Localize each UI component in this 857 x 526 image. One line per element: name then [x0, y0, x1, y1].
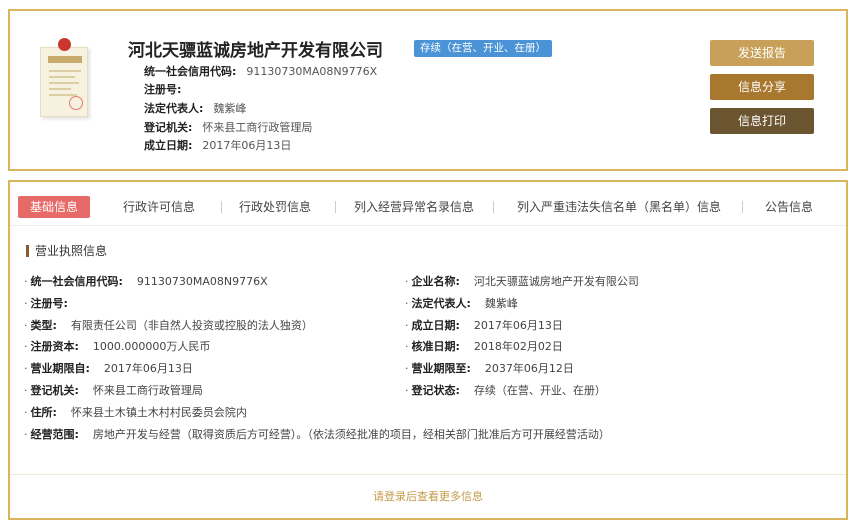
- field-authority: · 登记机关: 怀来县工商行政管理局: [24, 384, 203, 397]
- established-row: 成立日期: 2017年06月13日: [144, 139, 292, 152]
- tab-announcements[interactable]: 公告信息: [765, 196, 813, 218]
- tab-admin-penalty[interactable]: 行政处罚信息: [239, 196, 311, 218]
- send-report-button[interactable]: 发送报告: [710, 40, 814, 66]
- tab-admin-license[interactable]: 行政许可信息: [123, 196, 195, 218]
- reg-no-row: 注册号:: [144, 83, 182, 96]
- field-capital: · 注册资本: 1000.000000万人民币: [24, 340, 211, 353]
- field-reg-status: · 登记状态: 存续（在营、开业、在册）: [405, 384, 606, 397]
- tab-bar: 基础信息 行政许可信息 行政处罚信息 列入经营异常名录信息 列入严重违法失信名单…: [10, 190, 846, 226]
- business-license-image[interactable]: [40, 38, 88, 117]
- field-established: · 成立日期: 2017年06月13日: [405, 319, 563, 332]
- seal-stamp-icon: [69, 96, 83, 110]
- share-info-button[interactable]: 信息分享: [710, 74, 814, 100]
- authority-row: 登记机关: 怀来县工商行政管理局: [144, 121, 313, 134]
- print-info-button[interactable]: 信息打印: [710, 108, 814, 134]
- field-company-name: · 企业名称: 河北天骠蓝诚房地产开发有限公司: [405, 275, 639, 288]
- national-emblem-icon: [58, 38, 71, 51]
- tab-basic-info[interactable]: 基础信息: [18, 196, 91, 218]
- field-address: · 住所: 怀来县土木镇土木村村民委员会院内: [24, 406, 247, 419]
- field-credit-code: · 统一社会信用代码: 91130730MA08N9776X: [24, 275, 268, 288]
- field-legal-rep: · 法定代表人: 魏紫峰: [405, 297, 518, 310]
- status-badge: 存续（在营、开业、在册）: [414, 40, 552, 57]
- tab-blacklist[interactable]: 列入严重违法失信名单（黑名单）信息: [517, 196, 721, 218]
- company-name: 河北天骠蓝诚房地产开发有限公司: [128, 41, 383, 61]
- legal-rep-row: 法定代表人: 魏紫峰: [144, 102, 247, 115]
- credit-code-row: 统一社会信用代码: 91130730MA08N9776X: [144, 65, 378, 78]
- login-to-view-more-link[interactable]: 请登录后查看更多信息: [10, 488, 846, 504]
- divider: [10, 474, 846, 475]
- field-reg-no: · 注册号:: [24, 297, 68, 310]
- details-card: 基础信息 行政许可信息 行政处罚信息 列入经营异常名录信息 列入严重违法失信名单…: [8, 180, 848, 520]
- field-term-from: · 营业期限自: 2017年06月13日: [24, 362, 193, 375]
- field-term-to: · 营业期限至: 2037年06月12日: [405, 362, 574, 375]
- field-approved: · 核准日期: 2018年02月02日: [405, 340, 563, 353]
- tab-abnormal-list[interactable]: 列入经营异常名录信息: [354, 196, 474, 218]
- company-header-card: 河北天骠蓝诚房地产开发有限公司 存续（在营、开业、在册） 统一社会信用代码: 91…: [8, 9, 848, 171]
- field-type: · 类型: 有限责任公司（非自然人投资或控股的法人独资）: [24, 319, 313, 332]
- section-title: 营业执照信息: [26, 245, 107, 257]
- field-scope: · 经营范围: 房地产开发与经营（取得资质后方可经营）。（依法须经批准的项目，经相关…: [24, 428, 610, 441]
